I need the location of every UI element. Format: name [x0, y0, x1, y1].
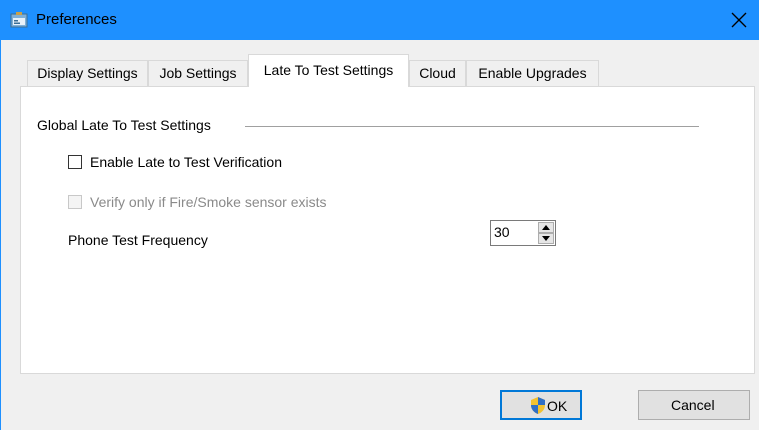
- phone-test-frequency-value[interactable]: 30: [494, 224, 510, 240]
- tab-display-settings[interactable]: Display Settings: [27, 60, 148, 86]
- ok-button[interactable]: OK: [500, 390, 582, 420]
- tab-strip: Display Settings Job Settings Late To Te…: [0, 52, 759, 87]
- phone-test-frequency-stepper[interactable]: 30: [490, 220, 556, 246]
- tab-late-to-test-settings[interactable]: Late To Test Settings: [248, 54, 409, 87]
- enable-verification-checkbox[interactable]: [68, 155, 82, 169]
- chevron-up-icon: [542, 225, 550, 230]
- window-border: [0, 40, 1, 430]
- cancel-label: Cancel: [671, 397, 715, 413]
- tab-job-settings[interactable]: Job Settings: [148, 60, 248, 86]
- preferences-app-icon: [10, 12, 28, 28]
- enable-verification-label[interactable]: Enable Late to Test Verification: [90, 154, 282, 170]
- tab-enable-upgrades[interactable]: Enable Upgrades: [466, 60, 599, 86]
- group-divider: [245, 126, 699, 127]
- cancel-button[interactable]: Cancel: [638, 390, 750, 420]
- ok-label: OK: [547, 398, 568, 414]
- late-to-test-panel: Global Late To Test Settings Enable Late…: [20, 86, 755, 374]
- verify-fire-smoke-label: Verify only if Fire/Smoke sensor exists: [90, 194, 327, 210]
- uac-shield-icon: [530, 397, 546, 417]
- close-icon: [731, 12, 747, 28]
- phone-test-frequency-label: Phone Test Frequency: [68, 232, 208, 248]
- stepper-buttons: [538, 222, 554, 244]
- tab-cloud[interactable]: Cloud: [409, 60, 466, 86]
- preferences-window: Preferences Display Settings Job Setting…: [0, 0, 759, 430]
- window-title: Preferences: [36, 11, 117, 28]
- stepper-up-button[interactable]: [538, 222, 554, 233]
- close-button[interactable]: [719, 0, 759, 40]
- stepper-down-button[interactable]: [538, 233, 554, 244]
- title-bar[interactable]: Preferences: [0, 0, 759, 40]
- chevron-down-icon: [542, 236, 550, 241]
- group-title: Global Late To Test Settings: [37, 117, 211, 133]
- verify-fire-smoke-checkbox: [68, 195, 82, 209]
